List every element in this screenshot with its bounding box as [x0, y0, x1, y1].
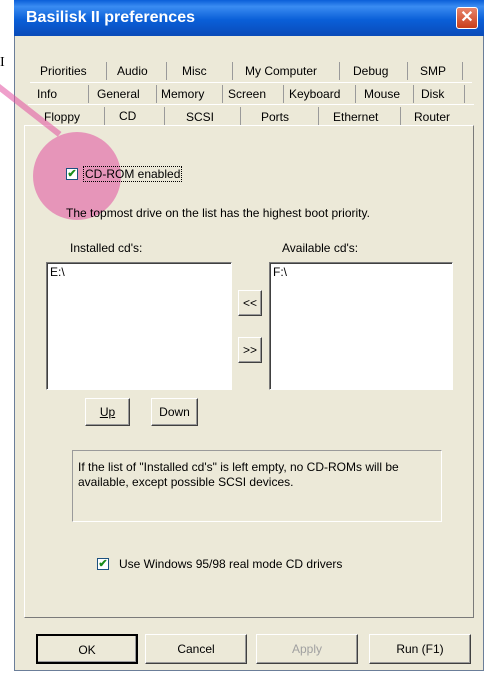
- cdrom-enabled-checkbox[interactable]: ✔: [66, 168, 78, 180]
- run-button[interactable]: Run (F1): [369, 634, 471, 664]
- checkmark-icon: ✔: [98, 558, 108, 570]
- tab-debug[interactable]: Debug: [353, 64, 388, 78]
- tab-sep: [106, 62, 107, 80]
- tab-mouse[interactable]: Mouse: [364, 87, 400, 101]
- tab-ports[interactable]: Ports: [261, 110, 289, 124]
- cancel-button[interactable]: Cancel: [145, 634, 247, 664]
- tab-ethernet[interactable]: Ethernet: [333, 110, 378, 124]
- tab-disk[interactable]: Disk: [421, 87, 444, 101]
- tab-sep: [240, 107, 241, 125]
- tab-sep: [413, 85, 414, 103]
- tab-keyboard[interactable]: Keyboard: [289, 87, 340, 101]
- list-item[interactable]: F:\: [273, 265, 287, 279]
- tab-sep: [164, 107, 165, 125]
- move-to-available-button[interactable]: >>: [238, 337, 262, 363]
- real-mode-drivers-checkbox[interactable]: ✔: [97, 558, 109, 570]
- tab-sep: [355, 85, 356, 103]
- partial-left-char: I: [0, 55, 5, 70]
- tab-sep: [339, 62, 340, 80]
- installed-empty-note: If the list of "Installed cd's" is left …: [78, 460, 399, 489]
- tab-sep: [166, 62, 167, 80]
- available-cds-list[interactable]: F:\: [269, 262, 453, 390]
- tab-sep: [104, 107, 105, 125]
- checkmark-icon: ✔: [67, 168, 77, 180]
- available-cds-label: Available cd's:: [282, 241, 359, 255]
- tab-cd[interactable]: CD: [119, 109, 136, 123]
- tab-misc[interactable]: Misc: [182, 64, 207, 78]
- real-mode-drivers-label[interactable]: Use Windows 95/98 real mode CD drivers: [119, 557, 342, 571]
- tab-scsi[interactable]: SCSI: [186, 110, 214, 124]
- tab-row2-line: [28, 104, 474, 105]
- tab-memory[interactable]: Memory: [161, 87, 204, 101]
- down-button[interactable]: Down: [151, 398, 198, 426]
- tab-sep: [222, 85, 223, 103]
- boot-priority-note: The topmost drive on the list has the hi…: [66, 206, 370, 220]
- title-bar[interactable]: Basilisk II preferences ✕: [14, 0, 484, 36]
- cdrom-enabled-label[interactable]: CD-ROM enabled: [82, 166, 183, 182]
- tab-my-computer[interactable]: My Computer: [245, 64, 317, 78]
- tab-sep: [462, 62, 463, 80]
- up-button-label: Up: [99, 405, 116, 419]
- tab-router[interactable]: Router: [414, 110, 450, 124]
- tab-general[interactable]: General: [97, 87, 140, 101]
- down-button-label: Down: [159, 405, 190, 419]
- installed-cds-list[interactable]: E:\: [46, 262, 232, 390]
- apply-button[interactable]: Apply: [256, 634, 358, 664]
- window-title: Basilisk II preferences: [26, 9, 195, 26]
- tab-sep: [283, 85, 284, 103]
- tab-smp[interactable]: SMP: [420, 64, 446, 78]
- tab-sep: [407, 62, 408, 80]
- ok-button[interactable]: OK: [36, 634, 138, 664]
- installed-cds-label: Installed cd's:: [70, 241, 143, 255]
- tab-sep: [464, 85, 465, 103]
- tab-sep: [318, 107, 319, 125]
- tab-sep: [232, 62, 233, 80]
- close-icon: ✕: [460, 9, 474, 26]
- tab-sep: [156, 85, 157, 103]
- tab-audio[interactable]: Audio: [117, 64, 148, 78]
- tab-row1-line: [30, 82, 472, 83]
- tab-sep: [88, 85, 89, 103]
- tab-priorities[interactable]: Priorities: [40, 64, 87, 78]
- tab-screen[interactable]: Screen: [228, 87, 266, 101]
- list-item[interactable]: E:\: [50, 265, 65, 279]
- move-to-installed-button[interactable]: <<: [238, 290, 262, 316]
- tab-info[interactable]: Info: [37, 87, 57, 101]
- close-button[interactable]: ✕: [456, 7, 478, 29]
- tab-sep: [400, 107, 401, 125]
- up-button[interactable]: Up: [85, 398, 130, 426]
